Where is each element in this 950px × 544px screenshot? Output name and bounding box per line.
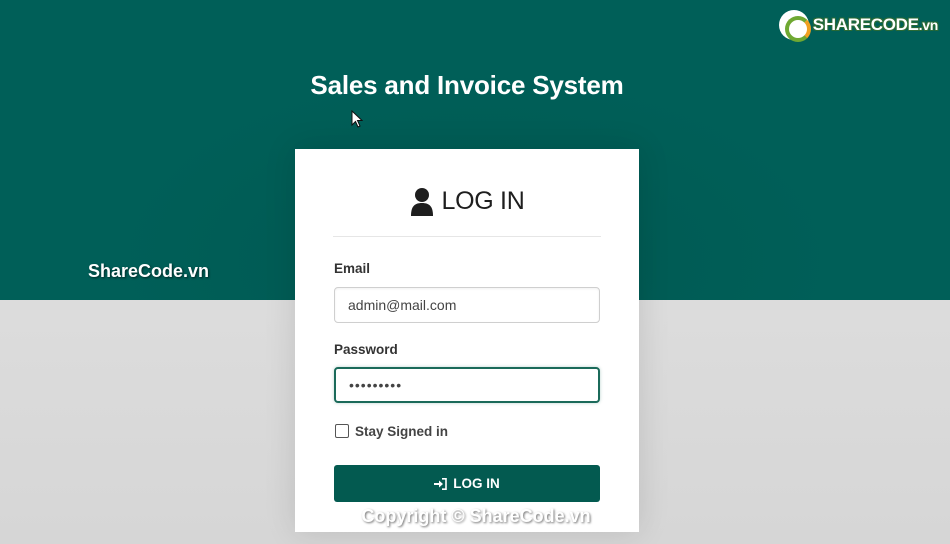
password-field[interactable]: [334, 367, 600, 403]
watermark-side: ShareCode.vn: [88, 261, 210, 281]
stay-signed-in-row[interactable]: Stay Signed in: [335, 423, 448, 439]
login-card-header: LOG IN: [333, 183, 601, 237]
sharecode-logo-text: SHARECODE.vn: [812, 15, 939, 34]
watermark-footer: Copyright © ShareCode.vn: [361, 506, 591, 526]
login-button-label: LOG IN: [453, 476, 500, 491]
stay-signed-in-checkbox[interactable]: [335, 424, 349, 438]
user-icon: [410, 188, 433, 216]
email-field[interactable]: [334, 287, 600, 323]
mouse-cursor-icon: [351, 110, 363, 128]
stay-signed-in-label[interactable]: Stay Signed in: [355, 424, 448, 439]
app-title: Sales and Invoice System: [310, 70, 624, 100]
sign-in-icon: [434, 477, 448, 490]
sharecode-logo[interactable]: SHARECODE.vn: [778, 8, 939, 42]
email-label: Email: [334, 261, 371, 276]
login-button[interactable]: LOG IN: [334, 465, 600, 502]
login-card: LOG IN Email Password Stay Signed in LOG…: [295, 149, 639, 532]
password-label: Password: [334, 342, 398, 357]
login-title: LOG IN: [441, 187, 525, 215]
sharecode-logo-icon: [778, 10, 811, 42]
